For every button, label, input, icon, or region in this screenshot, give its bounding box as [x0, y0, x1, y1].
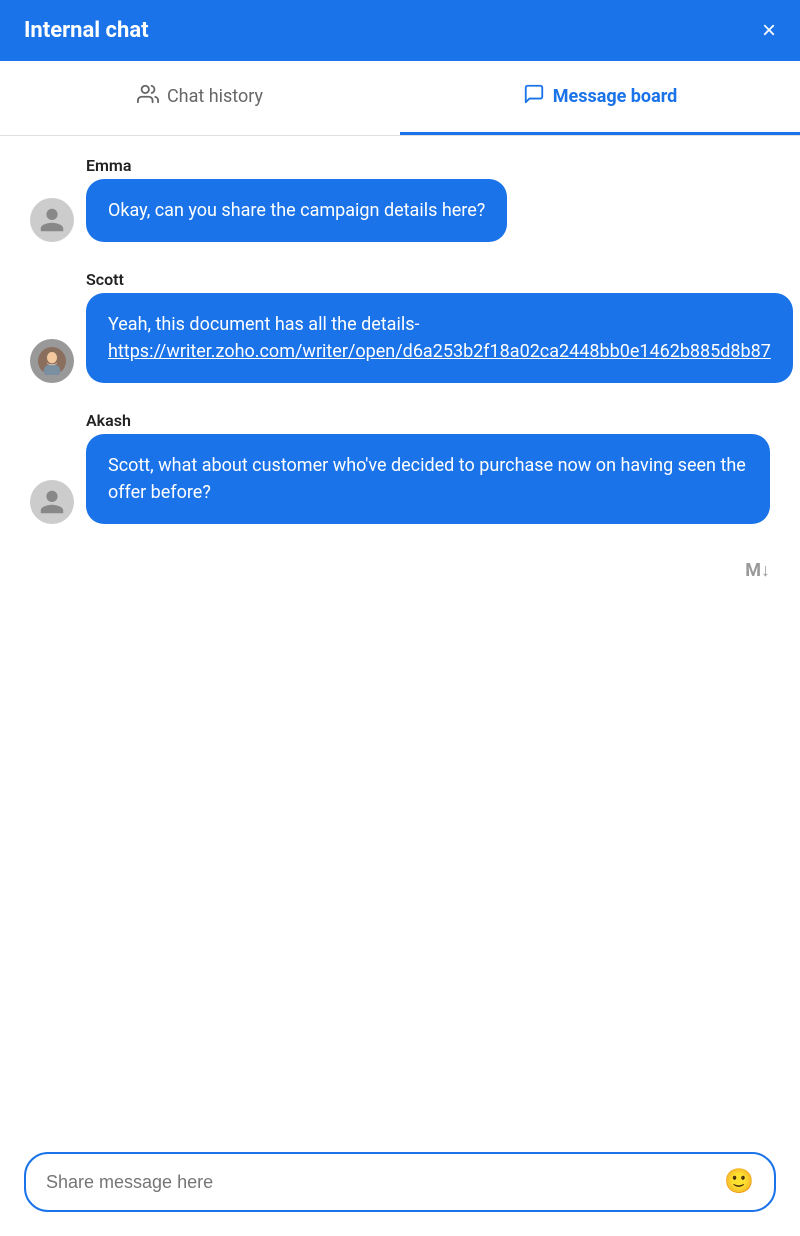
chat-area: Emma Okay, can you share the campaign de…: [0, 136, 800, 1136]
input-area: 🙂: [0, 1136, 800, 1236]
message-group-akash: Akash Scott, what about customer who've …: [30, 411, 770, 524]
app-container: Internal chat × Chat history Message boa: [0, 0, 800, 1236]
message-input[interactable]: [46, 1172, 712, 1193]
message-board-icon: [523, 83, 545, 110]
message-group-emma: Emma Okay, can you share the campaign de…: [30, 156, 770, 242]
emoji-button[interactable]: 🙂: [724, 1170, 754, 1194]
message-group-scott: Scott Yeah, this document has all the de…: [30, 270, 770, 383]
tab-message-board[interactable]: Message board: [400, 61, 800, 135]
sender-name-emma: Emma: [86, 156, 770, 175]
bubble-scott: Yeah, this document has all the details-…: [86, 293, 793, 383]
message-row-scott: Yeah, this document has all the details-…: [30, 293, 770, 383]
bubble-text-before-link: Yeah, this document has all the details-: [108, 314, 420, 335]
tab-message-board-label: Message board: [553, 86, 678, 107]
bubble-emma: Okay, can you share the campaign details…: [86, 179, 507, 242]
header-title: Internal chat: [24, 18, 149, 43]
tab-chat-history[interactable]: Chat history: [0, 61, 400, 135]
markdown-indicator: M↓: [30, 552, 770, 589]
bubble-link-scott[interactable]: https://writer.zoho.com/writer/open/d6a2…: [108, 341, 771, 362]
header: Internal chat ×: [0, 0, 800, 61]
chat-history-icon: [137, 83, 159, 110]
tabs: Chat history Message board: [0, 61, 800, 136]
avatar-akash: [30, 480, 74, 524]
avatar-scott: [30, 339, 74, 383]
bubble-akash: Scott, what about customer who've decide…: [86, 434, 770, 524]
bubble-text-emma: Okay, can you share the campaign details…: [108, 200, 485, 221]
tab-chat-history-label: Chat history: [167, 86, 263, 107]
message-row-akash: Scott, what about customer who've decide…: [30, 434, 770, 524]
message-row-emma: Okay, can you share the campaign details…: [30, 179, 770, 242]
input-box: 🙂: [24, 1152, 776, 1212]
bubble-text-akash: Scott, what about customer who've decide…: [108, 455, 746, 503]
close-button[interactable]: ×: [762, 19, 776, 43]
avatar-emma: [30, 198, 74, 242]
sender-name-akash: Akash: [86, 411, 770, 430]
markdown-icon: M↓: [745, 560, 770, 581]
sender-name-scott: Scott: [86, 270, 770, 289]
